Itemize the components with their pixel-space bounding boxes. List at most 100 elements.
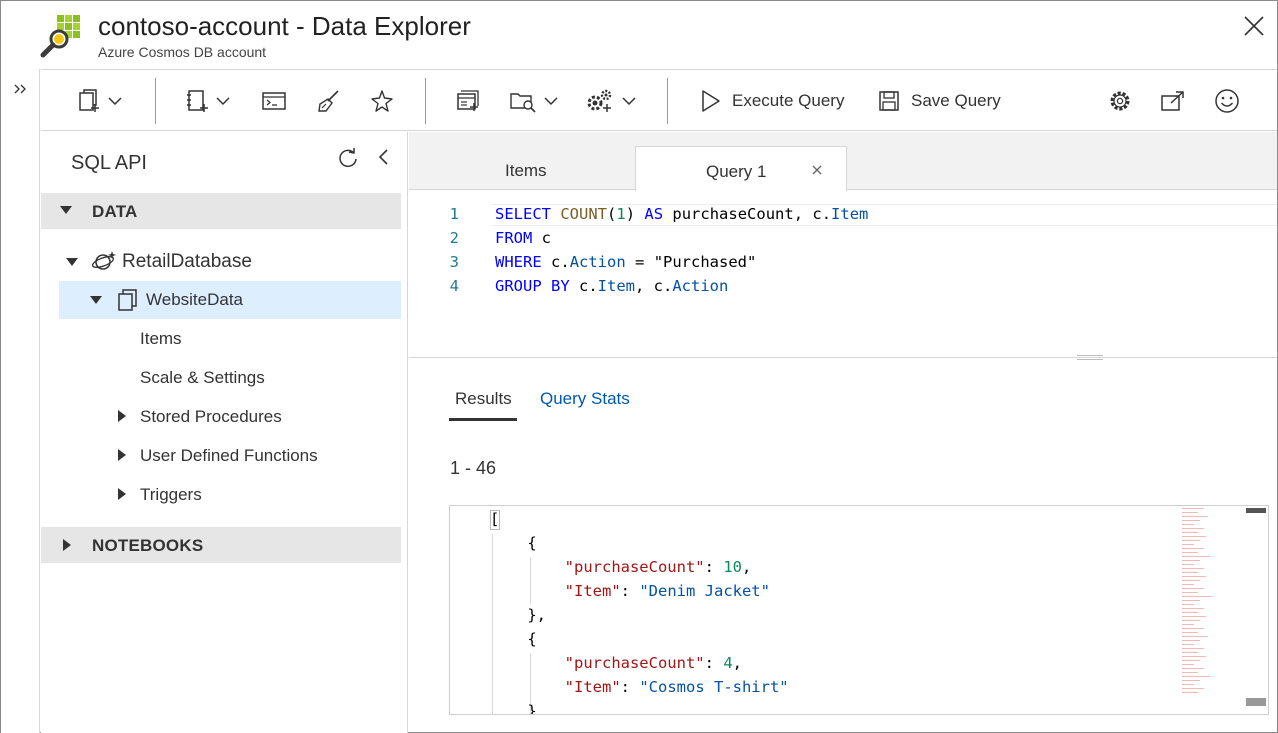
execute-query-button[interactable]: Execute Query: [698, 70, 844, 132]
code-line: 4 GROUP BY c.Item, c.Action: [409, 277, 1277, 301]
open-terminal-button[interactable]: [261, 70, 287, 132]
command-bar: Execute Query Save Query: [41, 69, 1277, 131]
tree-node-stored-procedures[interactable]: Stored Procedures: [41, 398, 401, 436]
data-section-label: DATA: [92, 202, 138, 221]
tree-node-container[interactable]: WebsiteData: [59, 281, 401, 319]
open-query-tabs-button[interactable]: [455, 70, 481, 132]
code-line: 1 SELECT COUNT(1) AS purchaseCount, c.It…: [409, 205, 1277, 229]
notebooks-section-header[interactable]: NOTEBOOKS: [41, 527, 401, 563]
gears-icon: [587, 89, 612, 112]
caret-right-icon: [118, 449, 126, 461]
string-literal: "Purchased": [653, 253, 757, 271]
tab-items[interactable]: Items: [449, 146, 635, 190]
json-key: "Item": [564, 582, 621, 600]
tree-node-items[interactable]: Items: [41, 320, 401, 358]
settings-gears-button[interactable]: [585, 70, 637, 132]
tab-results[interactable]: Results: [449, 389, 517, 421]
title-bar: contoso-account - Data Explorer Azure Co…: [1, 1, 1277, 69]
identifier: purchaseCount, c.: [672, 205, 832, 223]
line-number: 1: [449, 205, 459, 223]
json-line: "purchaseCount": 4,: [564, 654, 742, 672]
refresh-icon[interactable]: [337, 147, 359, 169]
window-subtitle: Azure Cosmos DB account: [98, 44, 267, 60]
execute-query-label: Execute Query: [732, 91, 845, 110]
property: Action: [569, 253, 626, 271]
json-line: "Item": "Denim Jacket": [564, 582, 770, 600]
code-text: FROM c: [495, 229, 551, 247]
results-range: 1 - 46: [450, 458, 497, 478]
json-line: }: [490, 702, 537, 715]
scrollbar-end-marker: [1246, 698, 1266, 706]
settings-button[interactable]: [1107, 70, 1133, 132]
function-name: COUNT: [560, 205, 608, 223]
code-text: WHERE c.Action = "Purchased": [495, 253, 756, 271]
toolbar-divider: [155, 78, 156, 124]
close-icon[interactable]: [1241, 13, 1267, 39]
items-label: Items: [140, 329, 182, 348]
tree-node-scale-settings[interactable]: Scale & Settings: [41, 359, 401, 397]
window-title: contoso-account - Data Explorer: [98, 11, 471, 41]
notebooks-section-label: NOTEBOOKS: [92, 536, 204, 555]
caret-down-icon: [66, 258, 78, 266]
gallery-button[interactable]: [369, 70, 395, 132]
identifier: c.: [579, 277, 598, 295]
data-explorer-window: contoso-account - Data Explorer Azure Co…: [0, 0, 1278, 733]
save-query-button[interactable]: Save Query: [877, 70, 1001, 132]
keyword: WHERE: [495, 253, 542, 271]
cosmos-explorer-logo-icon: [40, 15, 80, 58]
left-rail: [1, 69, 40, 733]
collapse-pane-icon[interactable]: [375, 147, 391, 167]
feedback-button[interactable]: [1213, 70, 1241, 132]
tree-node-triggers[interactable]: Triggers: [41, 476, 401, 514]
api-header: SQL API: [71, 152, 147, 174]
json-line: {: [490, 630, 537, 648]
new-container-button[interactable]: [77, 70, 123, 132]
tree-node-udfs[interactable]: User Defined Functions: [41, 437, 401, 475]
query-editor[interactable]: 1 SELECT COUNT(1) AS purchaseCount, c.It…: [409, 191, 1277, 357]
container-icon: [118, 289, 137, 311]
results-scrollbar[interactable]: [1240, 506, 1268, 714]
open-query-button[interactable]: [509, 70, 559, 132]
json-number: 10: [723, 558, 742, 576]
code-text: GROUP BY c.Item, c.Action: [495, 277, 728, 295]
tab-query-1-label: Query 1: [706, 162, 767, 181]
caret-right-icon: [63, 539, 71, 551]
tab-query-1[interactable]: Query 1: [635, 146, 847, 191]
resize-grip[interactable]: [1077, 352, 1103, 364]
json-line: {: [490, 534, 537, 552]
data-section-header[interactable]: DATA: [41, 193, 401, 229]
sparkle-star-icon: [371, 90, 393, 112]
new-notebook-icon: [187, 90, 208, 112]
json-key: "Item": [564, 678, 621, 696]
terminal-icon: [262, 92, 286, 110]
caret-down-icon: [60, 206, 72, 214]
chevron-down-icon: [108, 97, 122, 106]
line-number: 4: [449, 277, 459, 295]
keyword: GROUP BY: [495, 277, 570, 295]
tree-node-database[interactable]: RetailDatabase: [41, 243, 401, 281]
tab-query-stats[interactable]: Query Stats: [540, 389, 630, 421]
number-literal: 1: [616, 205, 626, 223]
toolbar-divider: [667, 78, 668, 124]
clear-workspace-button[interactable]: [316, 70, 342, 132]
identifier: c.: [551, 253, 570, 271]
new-notebook-button[interactable]: [185, 70, 231, 132]
triggers-label: Triggers: [140, 485, 202, 504]
json-line: [: [490, 510, 500, 528]
smiley-icon: [1215, 89, 1239, 113]
new-container-icon: [79, 89, 99, 112]
results-json-viewer[interactable]: [ { "purchaseCount": 10, "Item": "Denim …: [449, 505, 1269, 715]
play-icon: [702, 90, 720, 112]
code-minimap[interactable]: [1182, 508, 1232, 714]
keyword: FROM: [495, 229, 533, 247]
container-label: WebsiteData: [146, 290, 244, 309]
close-tab-icon[interactable]: [810, 163, 824, 177]
code-line: 2 FROM c: [409, 229, 1277, 253]
caret-right-icon: [118, 410, 126, 422]
scrollbar-thumb[interactable]: [1246, 508, 1266, 513]
open-full-screen-button[interactable]: [1159, 70, 1187, 132]
identifier: c: [541, 229, 552, 247]
database-planet-icon: [91, 251, 116, 270]
resource-tree: SQL API DATA RetailDatabase WebsiteData …: [41, 132, 408, 733]
expand-rail-icon[interactable]: [11, 79, 31, 99]
